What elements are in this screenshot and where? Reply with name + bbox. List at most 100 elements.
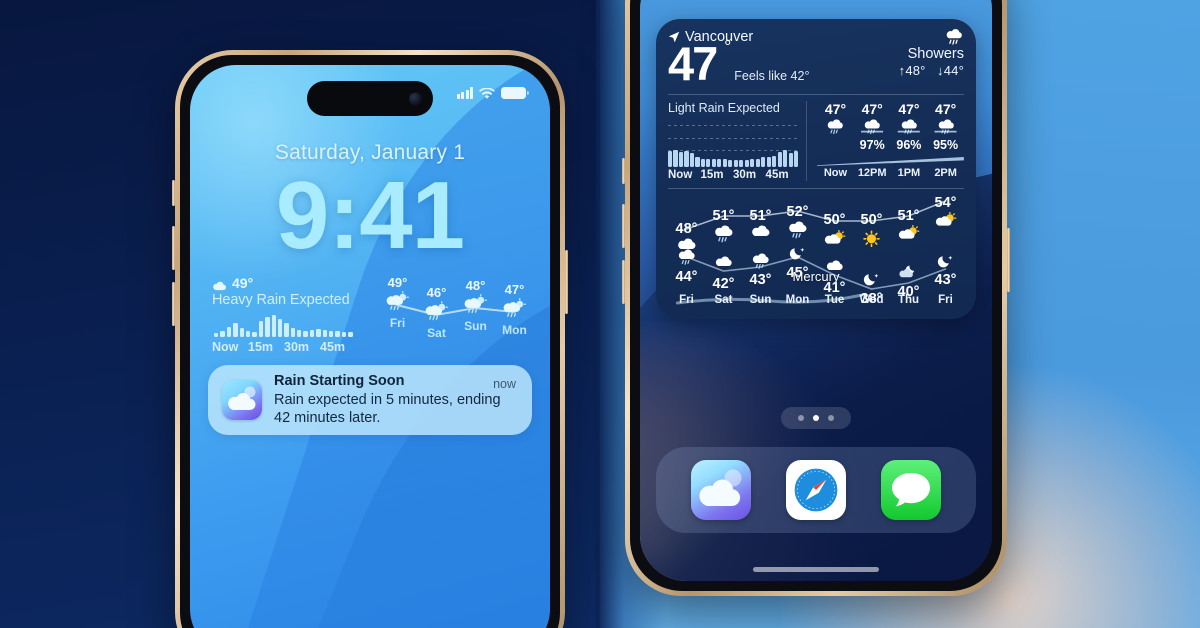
hourly-precip: 97% bbox=[859, 138, 885, 153]
safari-app-icon[interactable] bbox=[786, 460, 846, 520]
right-phone-screen: Vancouver 47 ° Feels like 42° Showers ↑4… bbox=[640, 0, 992, 581]
page-dot[interactable] bbox=[798, 415, 804, 421]
bar bbox=[226, 326, 232, 337]
volume-up-button[interactable] bbox=[172, 226, 175, 270]
daily-day-name: Wed bbox=[859, 294, 884, 307]
rain-sun-icon bbox=[458, 294, 493, 318]
bar bbox=[284, 323, 289, 337]
widget-divider-bottom bbox=[668, 188, 964, 190]
hourly-ticks: Now 12PM 1PM 2PM bbox=[817, 167, 964, 179]
bar bbox=[309, 329, 315, 337]
left-phone-frame: Saturday, January 1 9:41 49° Heavy Rain … bbox=[172, 50, 568, 628]
page-dot[interactable] bbox=[813, 415, 819, 421]
widget-label: Mercury bbox=[792, 269, 840, 284]
messages-app-icon[interactable] bbox=[881, 460, 941, 520]
minutecast-ticks: Now 15m 30m 45m bbox=[212, 340, 362, 354]
daily-high: 51° bbox=[712, 208, 735, 225]
rain-cloud-icon bbox=[705, 224, 742, 246]
widget-feels-like: Feels like 42° bbox=[734, 69, 810, 84]
bar bbox=[290, 327, 296, 337]
daily-day-name: Sun bbox=[749, 294, 772, 307]
bar bbox=[668, 151, 673, 168]
bar bbox=[689, 153, 695, 168]
rain-cloud-icon bbox=[927, 118, 964, 137]
lock-widget-forecast[interactable]: 49° Fri 46° Sat 48° Sun 47° Mon bbox=[380, 275, 532, 340]
home-indicator[interactable] bbox=[753, 567, 879, 572]
notification-banner[interactable]: Rain Starting Soon Rain expected in 5 mi… bbox=[208, 365, 532, 435]
cellular-bars-icon bbox=[456, 87, 473, 99]
minutecast-bar-chart bbox=[668, 150, 799, 168]
bar bbox=[252, 331, 257, 337]
weather-app-icon[interactable] bbox=[691, 460, 751, 520]
page-dots[interactable] bbox=[781, 407, 851, 429]
bar bbox=[277, 319, 283, 337]
lock-widget-minutecast[interactable]: 49° Heavy Rain Expected Now 15m 30m 45m bbox=[212, 275, 362, 354]
cloud-icon bbox=[742, 224, 779, 246]
hourly-row: 47° 47° 97% 47° 96% 47° 95% bbox=[817, 101, 964, 152]
daily-high: 50° bbox=[823, 212, 846, 229]
daily-high: 54° bbox=[934, 195, 957, 212]
bar bbox=[214, 332, 219, 337]
bar bbox=[341, 331, 347, 337]
bar bbox=[739, 159, 744, 168]
wifi-icon bbox=[479, 87, 495, 99]
daily-day-name: Mon bbox=[785, 294, 810, 307]
page-dot[interactable] bbox=[828, 415, 834, 421]
right-power-button[interactable] bbox=[1007, 228, 1010, 292]
bar bbox=[265, 317, 270, 337]
widget-current: Vancouver 47 ° Feels like 42° bbox=[668, 29, 809, 87]
lock-forecast-day: 46° Sat bbox=[419, 285, 454, 340]
tick-label: Now bbox=[212, 340, 239, 354]
right-volume-up-button[interactable] bbox=[622, 204, 625, 248]
bar bbox=[271, 315, 276, 337]
minutecast-bar-chart bbox=[212, 315, 362, 337]
weather-app-icon bbox=[222, 380, 262, 420]
daily-day-name: Fri bbox=[938, 294, 953, 307]
bar bbox=[258, 321, 264, 337]
bar bbox=[678, 152, 684, 168]
hourly-tick: 1PM bbox=[897, 167, 921, 180]
lock-forecast-day: 47° Mon bbox=[497, 282, 532, 340]
status-bar bbox=[456, 87, 529, 99]
daily-high: 51° bbox=[749, 208, 772, 225]
right-mute-switch[interactable] bbox=[622, 158, 625, 184]
daily-day-name: Sat bbox=[714, 294, 733, 307]
right-volume-down-button[interactable] bbox=[622, 260, 625, 304]
hourly-temp: 47° bbox=[898, 101, 920, 118]
bar bbox=[297, 329, 302, 337]
minutecast-temp: 49° bbox=[232, 275, 254, 291]
bar bbox=[233, 323, 238, 337]
mute-switch[interactable] bbox=[172, 180, 175, 206]
widget-middle: Light Rain Expected Now 15m 30m 45m 47° 47° 9… bbox=[668, 101, 964, 182]
daily-day-name: Thu bbox=[897, 294, 920, 307]
cloud-icon bbox=[212, 278, 227, 291]
lock-forecast-temp: 46° bbox=[426, 285, 447, 300]
hourly-column: 47° 97% bbox=[854, 101, 891, 152]
lock-forecast-day-name: Fri bbox=[389, 316, 406, 330]
bar bbox=[772, 156, 777, 168]
notification-body: Rain Starting Soon Rain expected in 5 mi… bbox=[274, 372, 518, 427]
bar bbox=[245, 330, 251, 337]
bar bbox=[755, 158, 760, 168]
daily-high: 52° bbox=[786, 203, 809, 220]
tick-label: Now bbox=[668, 169, 693, 182]
hourly-tick: Now bbox=[823, 167, 848, 180]
left-phone-screen: Saturday, January 1 9:41 49° Heavy Rain … bbox=[190, 65, 550, 628]
daily-high: 50° bbox=[860, 212, 883, 229]
rain-sun-icon bbox=[419, 301, 454, 325]
bar bbox=[322, 329, 328, 337]
hourly-column: 47° 95% bbox=[927, 101, 964, 152]
power-button[interactable] bbox=[565, 250, 568, 314]
bar bbox=[717, 158, 722, 168]
widget-high: ↑48° bbox=[898, 63, 926, 78]
right-phone-frame: Vancouver 47 ° Feels like 42° Showers ↑4… bbox=[622, 0, 1010, 596]
daily-high: 48° bbox=[675, 221, 698, 238]
volume-down-button[interactable] bbox=[172, 282, 175, 326]
tick-label: 30m bbox=[284, 340, 310, 354]
bar bbox=[329, 330, 334, 337]
lock-forecast-day: 49° Fri bbox=[380, 275, 415, 340]
tick-label: 45m bbox=[765, 169, 789, 182]
rain-cloud-icon bbox=[668, 247, 705, 269]
gridline bbox=[668, 125, 799, 127]
tick-label: 15m bbox=[248, 340, 274, 354]
